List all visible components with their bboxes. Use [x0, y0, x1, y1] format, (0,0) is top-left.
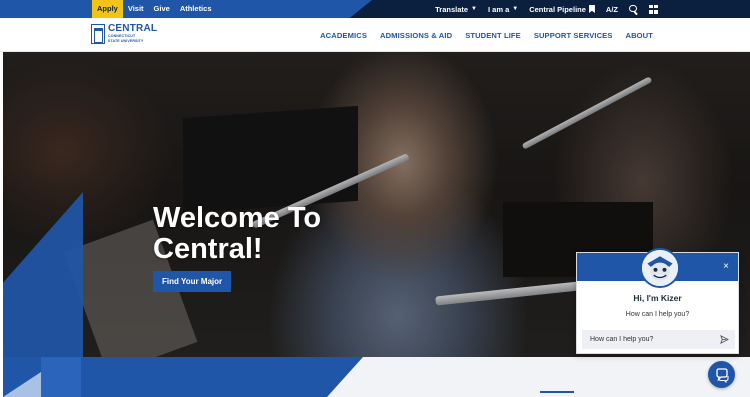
nav-admissions-aid[interactable]: ADMISSIONS & AID — [380, 31, 452, 40]
send-icon[interactable] — [720, 335, 729, 344]
i-am-a-dropdown[interactable]: I am a ▼ — [488, 5, 518, 14]
logo-subtitle-line-2: STATE UNIVERSITY — [108, 39, 144, 43]
utility-right-links: Translate ▼ I am a ▼ Central Pipeline A/… — [435, 0, 658, 18]
chat-prompt: How can I help you? — [625, 311, 690, 318]
site-header: CENTRAL CONNECTICUT STATE UNIVERSITY ACA… — [0, 18, 750, 52]
chevron-down-icon: ▼ — [512, 6, 519, 12]
i-am-a-label: I am a — [488, 4, 510, 14]
bookmark-icon — [588, 5, 595, 13]
logo-wordmark: CENTRAL CONNECTICUT STATE UNIVERSITY — [108, 24, 157, 43]
nav-support-services[interactable]: SUPPORT SERVICES — [534, 31, 613, 40]
section-band — [3, 357, 750, 397]
chat-bubble-icon — [715, 367, 728, 383]
section-band-mid — [41, 357, 81, 397]
chat-title: Hi, I'm Kizer — [633, 293, 682, 303]
hero-title: Welcome To Central! — [153, 202, 322, 265]
logo-name: CENTRAL — [108, 23, 158, 35]
nav-about[interactable]: ABOUT — [626, 31, 654, 40]
translate-label: Translate — [435, 4, 469, 14]
section-tab-indicator — [540, 391, 574, 397]
nav-academics[interactable]: ACADEMICS — [320, 31, 367, 40]
find-your-major-button[interactable]: Find Your Major — [153, 271, 232, 292]
nav-student-life[interactable]: STUDENT LIFE — [465, 31, 521, 40]
a-z-index-link[interactable]: A/Z — [606, 5, 618, 14]
search-button[interactable] — [629, 4, 638, 14]
logo-emblem-icon — [91, 24, 105, 44]
util-athletics-link[interactable]: Athletics — [175, 0, 217, 18]
utility-bar: Apply Visit Give Athletics Translate ▼ I… — [0, 0, 750, 18]
chat-launcher-button[interactable] — [708, 361, 735, 388]
util-visit-link[interactable]: Visit — [123, 0, 149, 18]
util-apply-link[interactable]: Apply — [92, 0, 123, 18]
search-icon — [629, 4, 638, 14]
main-nav: ACADEMICS ADMISSIONS & AID STUDENT LIFE … — [320, 18, 653, 52]
central-pipeline-label: Central Pipeline — [529, 4, 586, 14]
chat-close-button[interactable]: × — [723, 262, 729, 272]
util-give-link[interactable]: Give — [149, 0, 175, 18]
chat-message-input[interactable] — [582, 330, 735, 349]
chat-widget: × Hi, I'm Kizer How can I help you? — [576, 248, 739, 354]
mascot-avatar-icon — [640, 248, 680, 288]
utility-left-links: Apply Visit Give Athletics — [92, 0, 217, 18]
translate-dropdown[interactable]: Translate ▼ — [435, 5, 477, 14]
grid-icon — [649, 4, 658, 14]
central-pipeline-link[interactable]: Central Pipeline — [529, 5, 595, 14]
apps-menu-button[interactable] — [649, 4, 658, 14]
university-logo[interactable]: CENTRAL CONNECTICUT STATE UNIVERSITY — [91, 24, 157, 44]
chevron-down-icon: ▼ — [471, 6, 477, 12]
